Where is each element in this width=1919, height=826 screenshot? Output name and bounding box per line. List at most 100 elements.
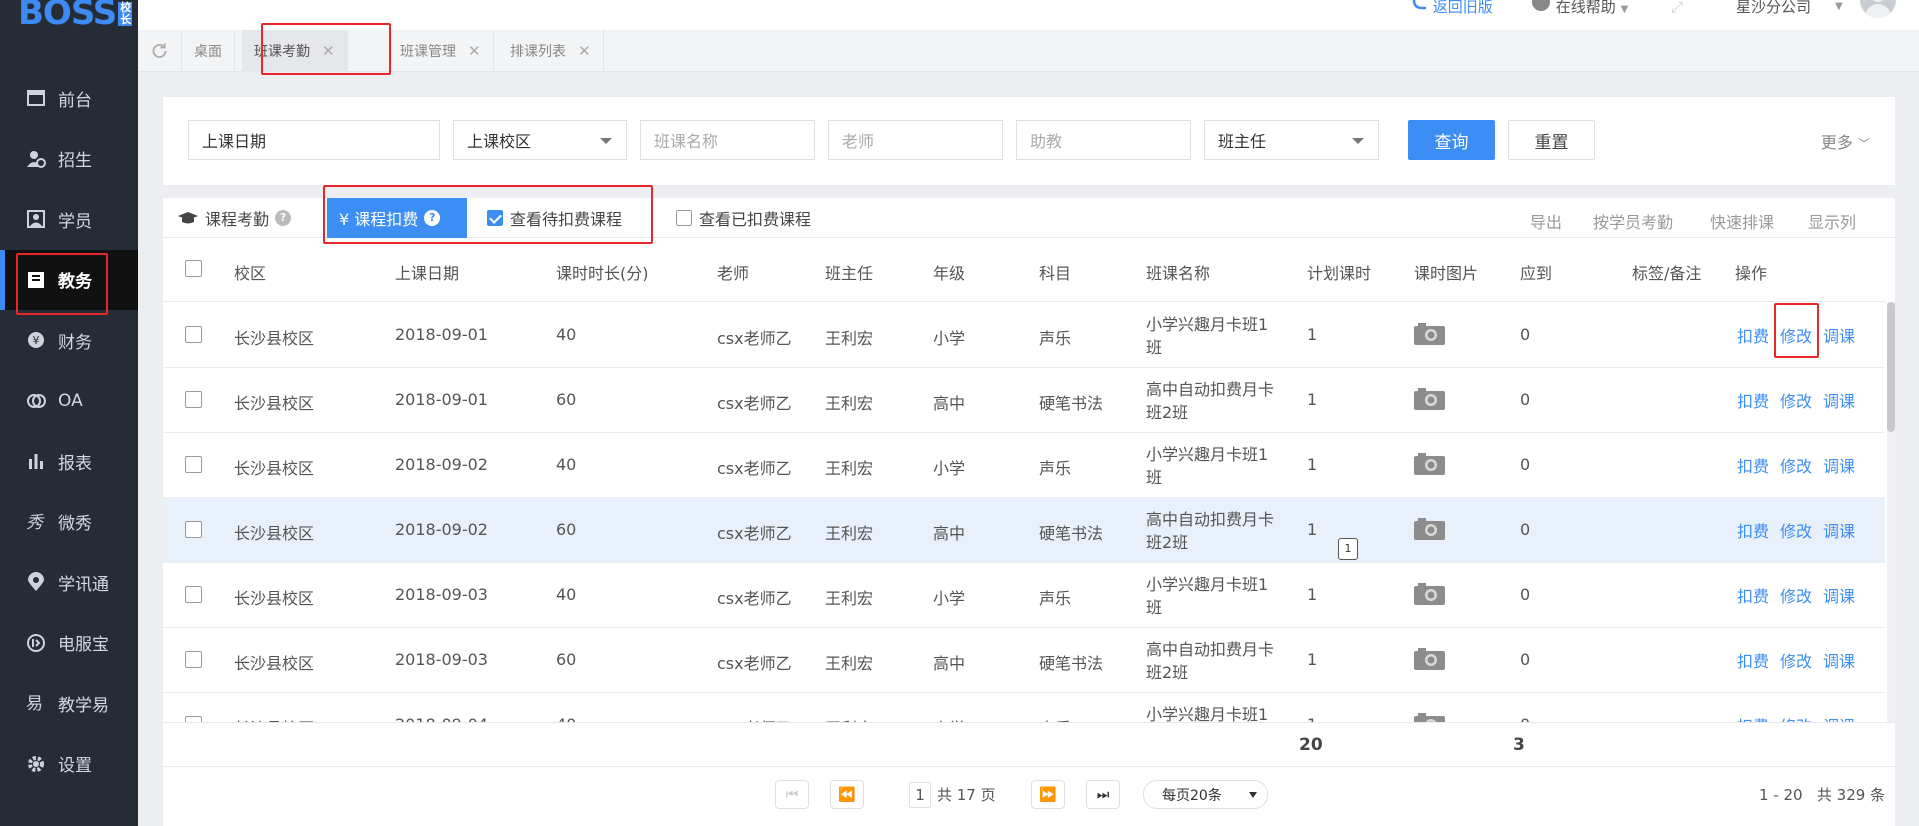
reschedule-link[interactable]: 调课 — [1823, 713, 1855, 722]
row-checkbox[interactable] — [185, 521, 202, 538]
row-checkbox[interactable] — [185, 651, 202, 668]
cell-class-name[interactable]: 小学兴趣月卡班1班 — [1146, 313, 1296, 359]
table-row[interactable]: 长沙县校区 2018-09-03 40 csx老师乙 王利宏 小学 声乐 小学兴趣月卡班1 班 1… — [163, 563, 1885, 628]
close-icon[interactable]: ✕ — [468, 42, 481, 60]
deduct-link[interactable]: 扣费 — [1737, 518, 1769, 542]
sidebar-item-9[interactable]: 电服宝 — [0, 613, 138, 673]
avatar[interactable] — [1860, 0, 1896, 18]
online-help-link[interactable]: 在线帮助 ▼ — [1531, 0, 1628, 17]
close-icon[interactable]: ✕ — [578, 42, 591, 60]
refresh-icon[interactable] — [138, 30, 182, 72]
sidebar-item-4[interactable]: ¥ 财务 — [0, 310, 138, 370]
camera-icon[interactable] — [1414, 323, 1445, 345]
edit-link[interactable]: 修改 — [1780, 583, 1812, 607]
tab-schedule-list[interactable]: 排课列表 ✕ — [498, 30, 604, 72]
reschedule-link[interactable]: 调课 — [1823, 388, 1855, 412]
deduct-link[interactable]: 扣费 — [1737, 388, 1769, 412]
sidebar-item-2[interactable]: 学员 — [0, 189, 138, 249]
sidebar-item-10[interactable]: 易教学易 — [0, 673, 138, 733]
sidebar-item-0[interactable]: 前台 — [0, 68, 138, 128]
edit-link[interactable]: 修改 — [1780, 323, 1812, 347]
cell-class-name[interactable]: 高中自动扣费月卡 班2班 — [1146, 378, 1296, 424]
sidebar-item-8[interactable]: 学讯通 — [0, 552, 138, 612]
sidebar-item-label: 前台 — [58, 90, 92, 111]
sidebar-item-6[interactable]: 报表 — [0, 431, 138, 491]
camera-icon[interactable] — [1414, 713, 1445, 722]
sidebar-item-label: 设置 — [58, 756, 92, 776]
reschedule-link[interactable]: 调课 — [1823, 583, 1855, 607]
camera-icon[interactable] — [1414, 453, 1445, 475]
deduct-link[interactable]: 扣费 — [1737, 583, 1769, 607]
page-input[interactable]: 1 — [909, 782, 931, 808]
cell-class-name[interactable]: 小学兴趣月卡班1班 — [1146, 443, 1296, 489]
reset-button[interactable]: 重置 — [1508, 120, 1595, 160]
more-filters-button[interactable]: 更多 ﹀ — [1821, 129, 1870, 153]
cell-head: 王利宏 — [825, 524, 874, 543]
deduct-link[interactable]: 扣费 — [1737, 453, 1769, 477]
cell-class-name[interactable]: 小学兴趣月卡班1班 — [1146, 573, 1296, 619]
sidebar-item-7[interactable]: 秀微秀 — [0, 492, 138, 552]
edit-link[interactable]: 修改 — [1780, 713, 1812, 722]
first-page-icon[interactable]: ⏮ — [775, 780, 809, 809]
sidebar-item-11[interactable]: 设置 — [0, 734, 138, 794]
search-button[interactable]: 查询 — [1408, 120, 1495, 160]
edit-link[interactable]: 修改 — [1780, 518, 1812, 542]
camera-icon[interactable] — [1414, 518, 1445, 540]
cell-class-name[interactable]: 高中自动扣费月卡 班2班 — [1146, 638, 1296, 684]
tab-class-attendance[interactable]: 班课考勤 ✕ — [242, 30, 348, 72]
tab-class-management[interactable]: 班课管理 ✕ — [388, 30, 494, 72]
tab-desktop[interactable]: 桌面 — [182, 30, 235, 72]
table-scrollbar[interactable] — [1887, 302, 1895, 722]
deduct-link[interactable]: 扣费 — [1737, 323, 1769, 347]
table-row[interactable]: 长沙县校区 2018-09-02 60 csx老师乙 王利宏 高中 硬笔书法 高中自动扣费月卡… — [163, 498, 1885, 563]
company-dropdown-icon[interactable]: ▼ — [1835, 0, 1843, 14]
table-row[interactable]: 长沙县校区 2018-09-01 40 csx老师乙 王利宏 小学 声乐 小学兴趣月卡班1 班 1… — [163, 303, 1885, 368]
reschedule-link[interactable]: 调课 — [1823, 323, 1855, 347]
sidebar-item-1[interactable]: 招生 — [0, 129, 138, 189]
back-old-version-link[interactable]: 返回旧版 — [1412, 0, 1493, 15]
date-filter[interactable]: 上课日期 — [188, 120, 440, 160]
cell-subject: 声乐 — [1039, 329, 1072, 348]
deduct-link[interactable]: 扣费 — [1737, 648, 1769, 672]
camera-icon[interactable] — [1414, 583, 1445, 605]
deduct-link[interactable]: 扣费 — [1737, 713, 1769, 722]
edit-link[interactable]: 修改 — [1780, 388, 1812, 412]
campus-select[interactable]: 上课校区 — [453, 120, 627, 160]
close-icon[interactable]: ✕ — [322, 42, 335, 60]
last-page-icon[interactable]: ⏭ — [1086, 780, 1120, 809]
row-checkbox[interactable] — [185, 586, 202, 603]
sidebar-item-3[interactable]: 教务 — [0, 249, 138, 310]
logo[interactable]: BOSS 校长 — [0, 0, 138, 60]
edit-link[interactable]: 修改 — [1780, 648, 1812, 672]
cell-expected: 0 — [1520, 650, 1531, 669]
table-row[interactable]: 长沙县校区 2018-09-01 60 csx老师乙 王利宏 高中 硬笔书法 高中自动扣费月卡… — [163, 368, 1885, 433]
next-page-icon[interactable]: ⏩ — [1031, 780, 1065, 809]
table-row[interactable]: 长沙县校区 2018-09-04 40 csx老师乙 王利宏 小学 声乐 小学兴趣月卡班1班 1… — [163, 693, 1885, 722]
assistant-input[interactable]: 助教 — [1016, 120, 1191, 160]
sidebar-item-5[interactable]: OA — [0, 371, 138, 431]
reschedule-link[interactable]: 调课 — [1823, 518, 1855, 542]
table-row[interactable]: 长沙县校区 2018-09-03 60 csx老师乙 王利宏 高中 硬笔书法 高中自动扣费月卡… — [163, 628, 1885, 693]
cell-subject: 声乐 — [1039, 589, 1072, 608]
company-name[interactable]: 星沙分公司 — [1736, 0, 1811, 15]
table-row[interactable]: 长沙县校区 2018-09-02 40 csx老师乙 王利宏 小学 声乐 小学兴趣月卡班1 班 1… — [163, 433, 1885, 498]
scrollbar-thumb[interactable] — [1887, 302, 1895, 432]
reschedule-link[interactable]: 调课 — [1823, 453, 1855, 477]
page-size-select[interactable]: 每页20条 — [1143, 780, 1268, 809]
cell-class-name[interactable]: 高中自动扣费月卡 班2班 — [1146, 508, 1296, 554]
row-checkbox[interactable] — [185, 391, 202, 408]
row-checkbox[interactable] — [185, 456, 202, 473]
student-icon — [26, 209, 46, 229]
teacher-input[interactable]: 老师 — [828, 120, 1003, 160]
camera-icon[interactable] — [1414, 648, 1445, 670]
cell-head: 王利宏 — [825, 459, 874, 478]
cell-class-name[interactable]: 小学兴趣月卡班1班 — [1146, 703, 1296, 722]
class-name-input[interactable]: 班课名称 — [640, 120, 815, 160]
edit-link[interactable]: 修改 — [1780, 453, 1812, 477]
prev-page-icon[interactable]: ⏪ — [830, 780, 864, 809]
fullscreen-icon[interactable]: ⤢ — [1671, 0, 1683, 15]
camera-icon[interactable] — [1414, 388, 1445, 410]
reschedule-link[interactable]: 调课 — [1823, 648, 1855, 672]
head-teacher-select[interactable]: 班主任 — [1204, 120, 1379, 160]
row-checkbox[interactable] — [185, 326, 202, 343]
